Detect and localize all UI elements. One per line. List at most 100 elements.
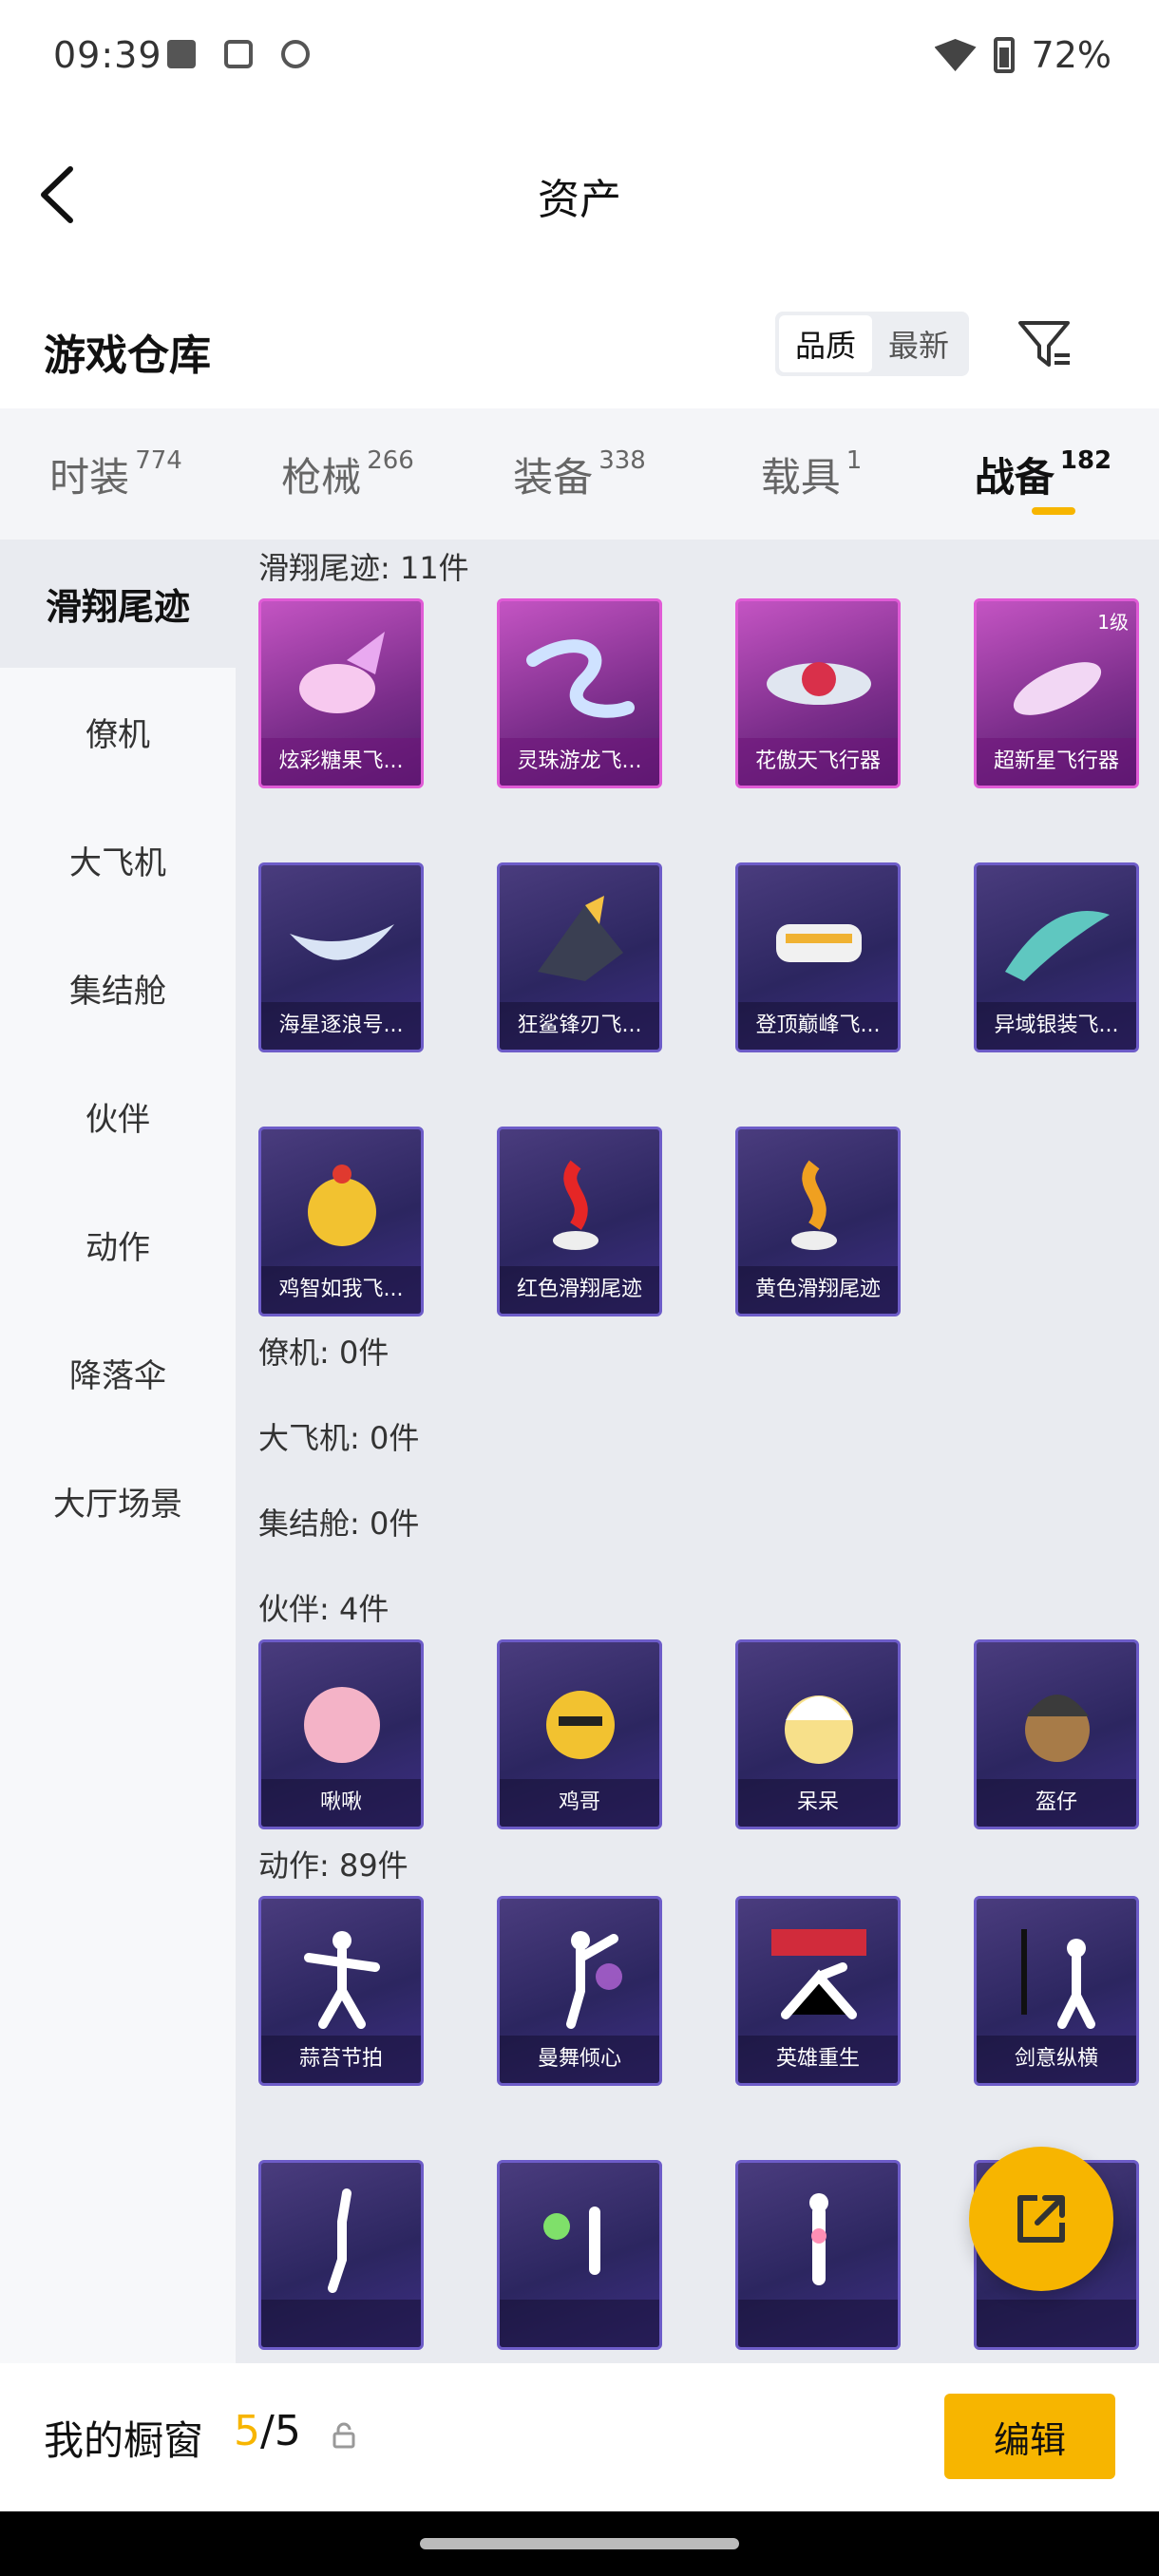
item-card[interactable]: 异域银装飞... — [974, 862, 1139, 1052]
item-art-icon — [566, 1931, 622, 2029]
item-card[interactable]: 鸡哥 — [497, 1639, 662, 1829]
item-card[interactable]: 盔仔 — [974, 1639, 1139, 1829]
showcase-used: 5 — [234, 2407, 260, 2455]
tab-guns[interactable]: 枪械 266 — [232, 408, 464, 540]
tab-gear[interactable]: 战备 182 — [927, 408, 1159, 540]
sort-toggle: 品质 最新 — [775, 312, 969, 376]
section-title-plane: 大飞机: 0件 — [258, 1420, 420, 1456]
sidebar-item-trail[interactable]: 滑翔尾迹 — [0, 540, 236, 668]
item-card[interactable]: 英雄重生 — [735, 1896, 901, 2086]
item-art-icon — [1021, 1929, 1095, 2029]
item-art-icon — [304, 1931, 380, 2029]
item-art-icon — [290, 924, 394, 960]
item-art-icon — [526, 639, 635, 718]
section-title-wingman: 僚机: 0件 — [258, 1335, 390, 1371]
item-card[interactable]: 蒜苔节拍 — [258, 1896, 424, 2086]
item-art-icon — [308, 1165, 376, 1246]
item-art-icon — [771, 1929, 866, 2019]
tab-fashion[interactable]: 时装 774 — [0, 408, 232, 540]
wifi-icon — [934, 39, 977, 71]
tab-label: 时装 — [49, 453, 130, 501]
sidebar-item-lobby-scene[interactable]: 大厅场景 — [0, 1437, 236, 1565]
sort-newest-button[interactable]: 最新 — [872, 315, 965, 372]
item-label — [261, 2300, 421, 2347]
tab-count: 338 — [598, 446, 646, 475]
external-link-icon — [1017, 2195, 1065, 2243]
item-label: 鸡哥 — [500, 1779, 659, 1827]
item-card[interactable]: 啾啾 — [258, 1639, 424, 1829]
edit-button[interactable]: 编辑 — [944, 2394, 1115, 2479]
item-label: 蒜苔节拍 — [261, 2036, 421, 2083]
item-card[interactable]: 呆呆 — [735, 1639, 901, 1829]
item-card[interactable] — [735, 2160, 901, 2350]
item-art-icon — [1005, 911, 1110, 981]
showcase-total: /5 — [260, 2407, 301, 2455]
lock-icon — [332, 2422, 355, 2449]
tab-count: 182 — [1059, 446, 1112, 475]
battery-percent: 72% — [1031, 34, 1112, 76]
sidebar-item-wingman[interactable]: 僚机 — [0, 668, 236, 796]
item-label: 曼舞倾心 — [500, 2036, 659, 2083]
tab-label: 载具 — [760, 453, 841, 501]
status-right: 72% — [934, 34, 1112, 76]
sidebar: 滑翔尾迹 僚机 大飞机 集结舱 伙伴 动作 降落伞 大厅场景 — [0, 540, 236, 2363]
tab-label: 枪械 — [281, 453, 362, 501]
tab-vehicles[interactable]: 载具 1 — [695, 408, 927, 540]
section-title-trail: 滑翔尾迹: 11件 — [258, 550, 469, 586]
sidebar-item-emote[interactable]: 动作 — [0, 1181, 236, 1309]
item-label: 剑意纵横 — [977, 2036, 1136, 2083]
tab-label: 战备 — [974, 453, 1054, 501]
cloud-icon — [281, 40, 310, 68]
item-label: 异域银装飞... — [977, 1002, 1136, 1050]
item-label: 灵珠游龙飞... — [500, 738, 659, 786]
item-art-icon — [328, 2188, 352, 2293]
filter-button[interactable] — [1016, 317, 1072, 372]
item-label: 花傲天飞行器 — [738, 738, 898, 786]
item-label — [738, 2300, 898, 2347]
item-card[interactable]: 曼舞倾心 — [497, 1896, 662, 2086]
item-card[interactable]: 鸡智如我飞... — [258, 1127, 424, 1316]
item-art-icon — [538, 896, 623, 981]
item-card[interactable] — [258, 2160, 424, 2350]
item-art-icon — [785, 1695, 853, 1764]
item-label: 登顶巅峰飞... — [738, 1002, 898, 1050]
sidebar-item-parachute[interactable]: 降落伞 — [0, 1309, 236, 1437]
tab-equipment[interactable]: 装备 338 — [464, 408, 695, 540]
item-card[interactable]: 登顶巅峰飞... — [735, 862, 901, 1052]
item-label: 炫彩糖果飞... — [261, 738, 421, 786]
tab-count: 774 — [135, 446, 182, 475]
showcase-label: 我的橱窗 — [44, 2417, 204, 2464]
item-art-icon — [304, 1687, 380, 1763]
item-label: 英雄重生 — [738, 2036, 898, 2083]
sort-quality-button[interactable]: 品质 — [779, 315, 872, 372]
home-gesture-pill[interactable] — [420, 2538, 739, 2549]
share-button[interactable] — [969, 2147, 1113, 2291]
item-art-icon — [543, 2207, 600, 2275]
item-card[interactable]: 炫彩糖果飞... — [258, 598, 424, 788]
item-card[interactable]: 花傲天飞行器 — [735, 598, 901, 788]
item-card[interactable]: 黄色滑翔尾迹 — [735, 1127, 901, 1316]
tab-label: 装备 — [513, 453, 594, 501]
item-card[interactable] — [497, 2160, 662, 2350]
item-art-icon — [767, 662, 871, 705]
item-card[interactable]: 红色滑翔尾迹 — [497, 1127, 662, 1316]
item-card[interactable]: 剑意纵横 — [974, 1896, 1139, 2086]
item-art-icon — [1025, 1695, 1090, 1762]
item-card[interactable]: 灵珠游龙飞... — [497, 598, 662, 788]
sidebar-item-partner[interactable]: 伙伴 — [0, 1052, 236, 1181]
sidebar-item-pod[interactable]: 集结舱 — [0, 924, 236, 1052]
warehouse-label: 游戏仓库 — [44, 331, 211, 380]
item-card[interactable]: 狂鲨锋刃飞... — [497, 862, 662, 1052]
item-label: 黄色滑翔尾迹 — [738, 1266, 898, 1314]
item-art-icon — [1013, 662, 1102, 715]
item-label: 啾啾 — [261, 1779, 421, 1827]
sidebar-item-plane[interactable]: 大飞机 — [0, 796, 236, 924]
showcase-bar: 我的橱窗 5/5 编辑 — [0, 2363, 1159, 2511]
section-title-pod: 集结舱: 0件 — [258, 1506, 420, 1542]
status-icons — [167, 40, 310, 68]
item-label — [977, 2300, 1136, 2347]
item-card[interactable]: 海星逐浪号... — [258, 862, 424, 1052]
item-label: 海星逐浪号... — [261, 1002, 421, 1050]
showcase-count: 5/5 — [234, 2407, 301, 2455]
item-card[interactable]: 1级 超新星飞行器 — [974, 598, 1139, 788]
